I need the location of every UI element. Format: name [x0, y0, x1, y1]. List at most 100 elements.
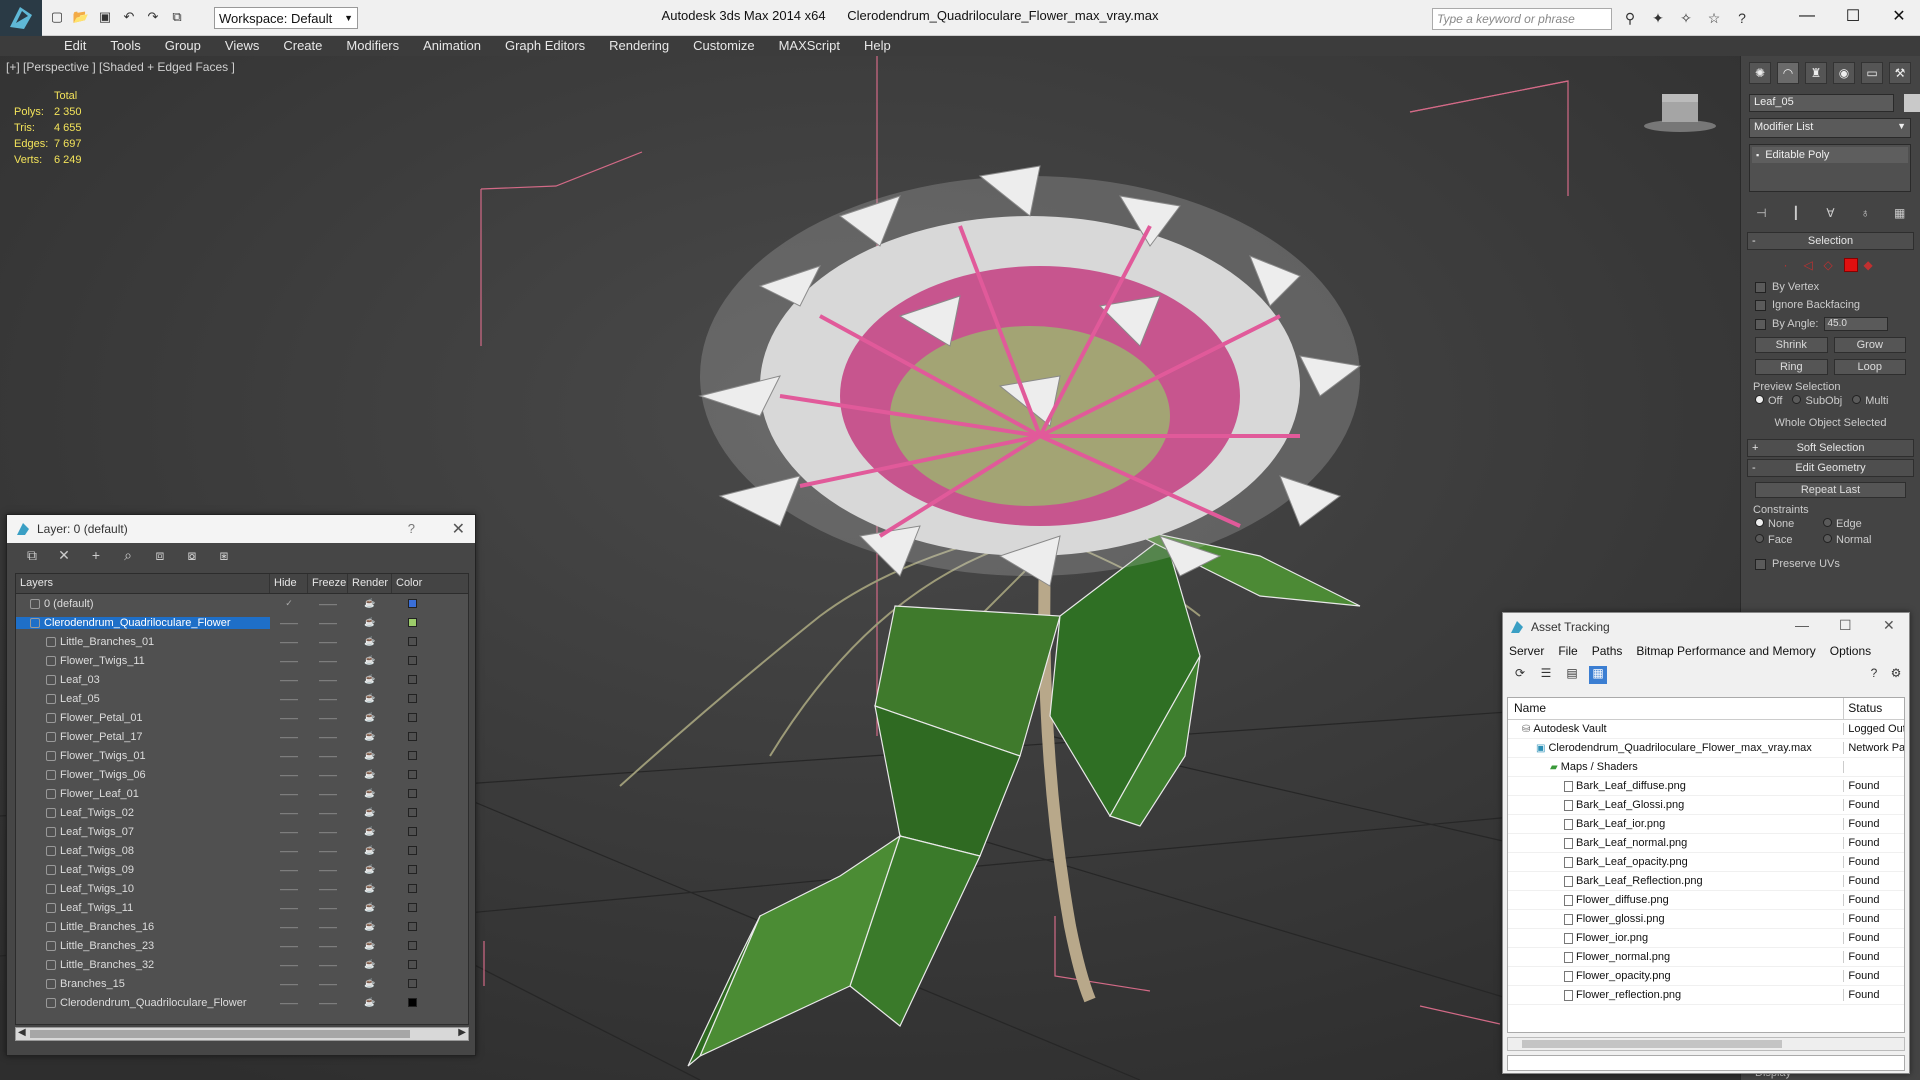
remove-modifier-icon[interactable]: ♁ — [1859, 206, 1872, 222]
freeze-toggle[interactable]: —— — [308, 713, 348, 723]
hide-toggle[interactable]: —— — [270, 846, 308, 856]
color-swatch-cell[interactable] — [392, 941, 432, 950]
col-name[interactable]: Name — [1508, 698, 1845, 719]
freeze-toggle[interactable]: —— — [308, 675, 348, 685]
freeze-toggle[interactable]: —— — [308, 903, 348, 913]
layer-row[interactable]: Little_Branches_23 —— —— ☕ — [16, 936, 468, 955]
layer-name-cell[interactable]: Leaf_Twigs_11 — [16, 902, 270, 914]
freeze-toggle[interactable]: —— — [308, 846, 348, 856]
menu-rendering[interactable]: Rendering — [597, 36, 681, 56]
subscription-icon[interactable]: ✦ — [1648, 8, 1668, 28]
layer-row[interactable]: Branches_15 —— —— ☕ — [16, 974, 468, 993]
radio-normal[interactable]: Normal — [1823, 534, 1871, 546]
layer-row[interactable]: Little_Branches_16 —— —— ☕ — [16, 917, 468, 936]
element-icon[interactable]: ◆ — [1864, 258, 1878, 272]
freeze-toggle[interactable]: —— — [308, 618, 348, 628]
layer-row[interactable]: Flower_Petal_01 —— —— ☕ — [16, 708, 468, 727]
asset-row[interactable]: Flower_glossi.png Found — [1508, 910, 1904, 929]
render-teapot-icon[interactable]: ☕ — [348, 959, 392, 970]
modify-tab-icon[interactable]: ◠ — [1777, 62, 1799, 84]
shrink-button[interactable]: Shrink — [1755, 337, 1828, 353]
render-teapot-icon[interactable]: ☕ — [348, 940, 392, 951]
viewport-label[interactable]: [+] [Perspective ] [Shaded + Edged Faces… — [6, 60, 235, 74]
hide-all-icon[interactable]: ⧇ — [183, 547, 201, 565]
hide-toggle[interactable]: —— — [270, 713, 308, 723]
col-render[interactable]: Render — [348, 574, 392, 593]
utilities-tab-icon[interactable]: ⚒ — [1889, 62, 1911, 84]
layer-row[interactable]: Flower_Twigs_11 —— —— ☕ — [16, 651, 468, 670]
layer-name-cell[interactable]: Little_Branches_23 — [16, 940, 270, 952]
asset-row[interactable]: ⛁ Autodesk Vault Logged Out — [1508, 720, 1904, 739]
col-status[interactable]: Status — [1844, 698, 1904, 719]
render-teapot-icon[interactable]: ☕ — [348, 997, 392, 1008]
hide-toggle[interactable]: —— — [270, 637, 308, 647]
render-teapot-icon[interactable]: ☕ — [348, 788, 392, 799]
render-teapot-icon[interactable]: ☕ — [348, 655, 392, 666]
add-to-layer-icon[interactable]: + — [87, 547, 105, 565]
freeze-toggle[interactable]: —— — [308, 751, 348, 761]
layer-row[interactable]: Leaf_Twigs_02 —— —— ☕ — [16, 803, 468, 822]
open-file-icon[interactable]: 📂 — [72, 8, 90, 26]
asset-horizontal-scrollbar[interactable] — [1507, 1037, 1905, 1051]
color-swatch-cell[interactable] — [392, 808, 432, 817]
color-swatch-cell[interactable] — [392, 865, 432, 874]
hide-toggle[interactable]: —— — [270, 922, 308, 932]
search-input[interactable]: Type a keyword or phrase — [1432, 8, 1612, 30]
layer-row[interactable]: Flower_Leaf_01 —— —— ☕ — [16, 784, 468, 803]
minimize-button[interactable]: — — [1784, 0, 1830, 32]
selection-rollout-header[interactable]: - Selection — [1747, 232, 1914, 250]
hide-toggle[interactable]: —— — [270, 903, 308, 913]
hide-toggle[interactable]: —— — [270, 770, 308, 780]
layer-row[interactable]: Leaf_05 —— —— ☕ — [16, 689, 468, 708]
layer-window-titlebar[interactable]: Layer: 0 (default) ? ✕ — [7, 515, 475, 543]
render-teapot-icon[interactable]: ☕ — [348, 674, 392, 685]
hide-toggle[interactable]: —— — [270, 694, 308, 704]
layer-name-cell[interactable]: Flower_Twigs_11 — [16, 655, 270, 667]
make-unique-icon[interactable]: ∀ — [1824, 206, 1837, 222]
redo-icon[interactable]: ↷ — [144, 8, 162, 26]
asset-row[interactable]: Bark_Leaf_ior.png Found — [1508, 815, 1904, 834]
settings-icon[interactable]: ⚙ — [1887, 666, 1905, 684]
menu-maxscript[interactable]: MAXScript — [767, 36, 852, 56]
menu-edit[interactable]: Edit — [52, 36, 98, 56]
list-view-icon[interactable]: ☰ — [1537, 666, 1555, 684]
render-teapot-icon[interactable]: ☕ — [348, 712, 392, 723]
maximize-button[interactable]: ☐ — [1830, 0, 1876, 32]
freeze-toggle[interactable]: —— — [308, 732, 348, 742]
layer-name-cell[interactable]: Flower_Twigs_01 — [16, 750, 270, 762]
scroll-left-icon[interactable]: ◀ — [18, 1027, 26, 1038]
modifier-list-dropdown[interactable]: Modifier List ▼ — [1749, 118, 1911, 138]
menu-group[interactable]: Group — [153, 36, 213, 56]
binoculars-icon[interactable]: ⚲ — [1620, 8, 1640, 28]
scroll-thumb[interactable] — [30, 1030, 410, 1038]
layer-row[interactable]: Little_Branches_32 —— —— ☕ — [16, 955, 468, 974]
layer-row[interactable]: Leaf_Twigs_10 —— —— ☕ — [16, 879, 468, 898]
preserve-uvs-checkbox[interactable]: Preserve UVs — [1741, 548, 1920, 573]
maximize-icon[interactable]: ☐ — [1839, 617, 1852, 634]
asset-row[interactable]: Flower_normal.png Found — [1508, 948, 1904, 967]
close-icon[interactable]: ✕ — [1883, 617, 1895, 634]
hide-toggle[interactable]: —— — [270, 998, 308, 1008]
hide-toggle[interactable]: —— — [270, 675, 308, 685]
asset-row[interactable]: Bark_Leaf_normal.png Found — [1508, 834, 1904, 853]
freeze-toggle[interactable]: —— — [308, 599, 348, 609]
asset-row[interactable]: Bark_Leaf_diffuse.png Found — [1508, 777, 1904, 796]
delete-layer-icon[interactable]: ✕ — [55, 547, 73, 565]
layer-name-cell[interactable]: Branches_15 — [16, 978, 270, 990]
expand-icon[interactable]: ▪ — [1756, 150, 1759, 160]
help-icon[interactable]: ? — [1865, 666, 1883, 684]
hide-toggle[interactable]: —— — [270, 732, 308, 742]
freeze-toggle[interactable]: —— — [308, 941, 348, 951]
menu-graph-editors[interactable]: Graph Editors — [493, 36, 597, 56]
render-teapot-icon[interactable]: ☕ — [348, 693, 392, 704]
render-teapot-icon[interactable]: ☕ — [348, 864, 392, 875]
menu-views[interactable]: Views — [213, 36, 271, 56]
render-teapot-icon[interactable]: ☕ — [348, 902, 392, 913]
freeze-toggle[interactable]: —— — [308, 694, 348, 704]
asset-row[interactable]: ▣ Clerodendrum_Quadriloculare_Flower_max_… — [1508, 739, 1904, 758]
create-tab-icon[interactable]: ✺ — [1749, 62, 1771, 84]
help-icon[interactable]: ? — [1732, 8, 1752, 28]
layer-name-cell[interactable]: Little_Branches_32 — [16, 959, 270, 971]
render-teapot-icon[interactable]: ☕ — [348, 807, 392, 818]
layer-row[interactable]: Clerodendrum_Quadriloculare_Flower —— —— ☕ — [16, 993, 468, 1012]
